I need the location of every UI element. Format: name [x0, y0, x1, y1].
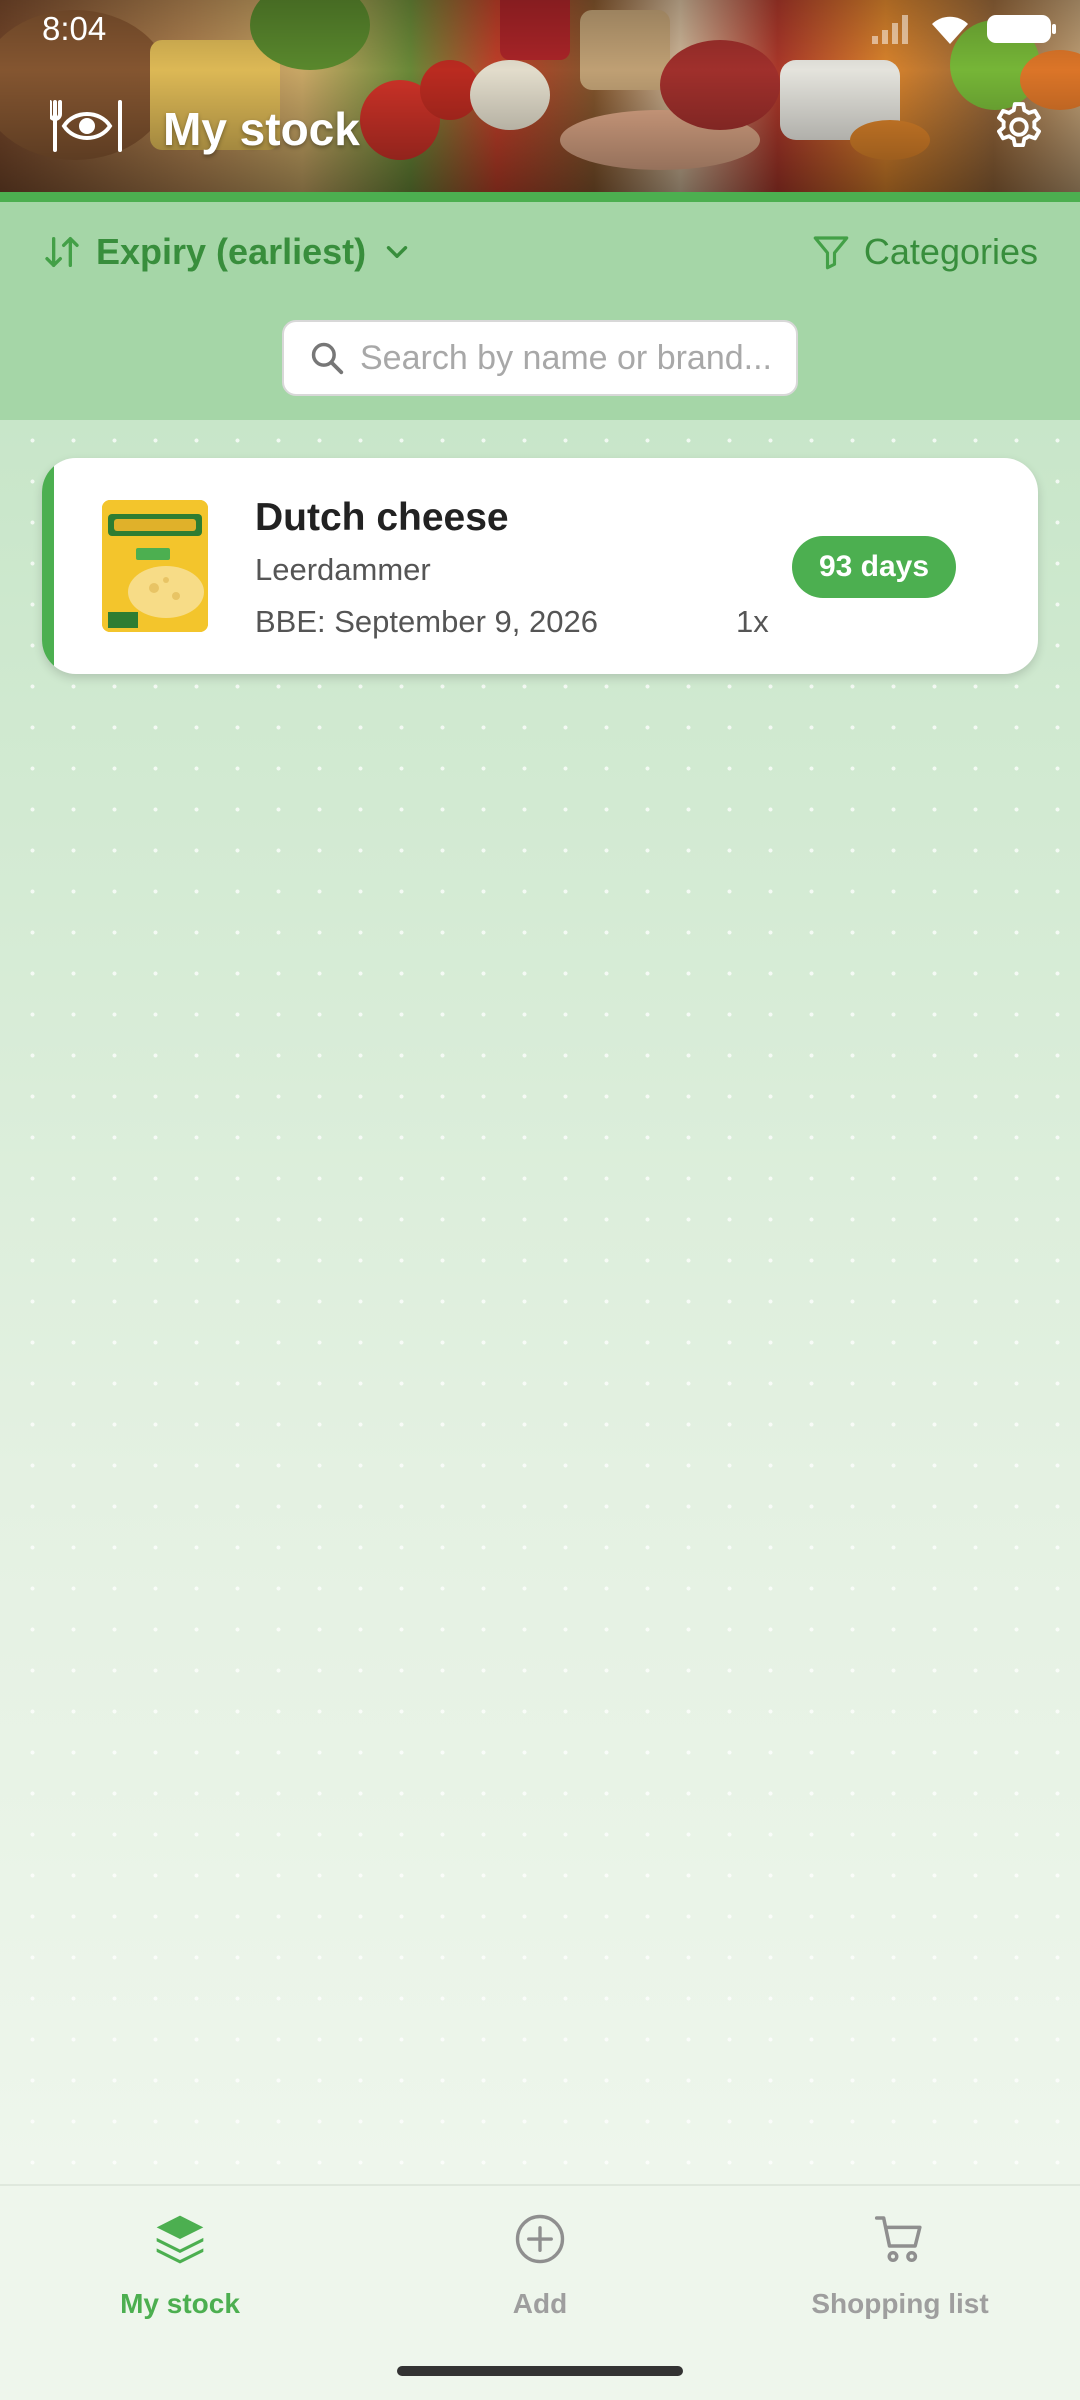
search-input[interactable]	[360, 338, 780, 378]
nav-add[interactable]: Add	[360, 2206, 720, 2320]
product-quantity: 1x	[736, 604, 769, 639]
product-name: Dutch cheese	[255, 496, 509, 539]
toolbar: Expiry (earliest) Categories	[0, 202, 1080, 420]
battery-icon	[987, 15, 1056, 43]
search-icon	[311, 342, 344, 375]
categories-button[interactable]: Categories	[810, 222, 1038, 282]
days-left-badge: 93 days	[792, 536, 956, 598]
categories-label: Categories	[863, 231, 1038, 272]
nav-label: Shopping list	[811, 2288, 989, 2319]
gear-icon	[997, 102, 1041, 148]
nav-shopping-list[interactable]: Shopping list	[720, 2206, 1080, 2320]
nav-label: My stock	[120, 2288, 240, 2319]
plus-circle-icon	[515, 2214, 565, 2264]
settings-button[interactable]	[990, 98, 1048, 161]
signal-icon	[872, 15, 908, 44]
filter-icon	[813, 236, 849, 270]
sort-label: Expiry (earliest)	[96, 231, 367, 272]
product-image	[102, 500, 208, 632]
layers-icon	[156, 2215, 204, 2264]
chevron-down-icon	[386, 246, 408, 258]
fork-eye-knife-icon	[48, 98, 124, 159]
search-box[interactable]	[282, 320, 798, 396]
wifi-icon	[932, 16, 968, 44]
product-best-before: BBE: September 9, 2026	[255, 604, 598, 639]
nav-my-stock[interactable]: My stock	[0, 2206, 360, 2320]
sort-button[interactable]: Expiry (earliest)	[42, 222, 414, 282]
stock-item-card[interactable]: Dutch cheese Leerdammer BBE: September 9…	[42, 458, 1038, 674]
card-accent-bar	[42, 458, 54, 674]
cart-icon	[874, 2216, 922, 2262]
nav-label: Add	[512, 2288, 568, 2319]
sort-arrows-icon	[45, 237, 79, 267]
home-indicator[interactable]	[397, 2366, 683, 2376]
product-brand: Leerdammer	[255, 552, 431, 587]
page-title: My stock	[163, 103, 360, 155]
status-icons	[870, 12, 1058, 46]
header-accent-strip	[0, 192, 1080, 202]
status-time: 8:04	[42, 10, 107, 47]
stock-list: Dutch cheese Leerdammer BBE: September 9…	[0, 420, 1080, 2184]
